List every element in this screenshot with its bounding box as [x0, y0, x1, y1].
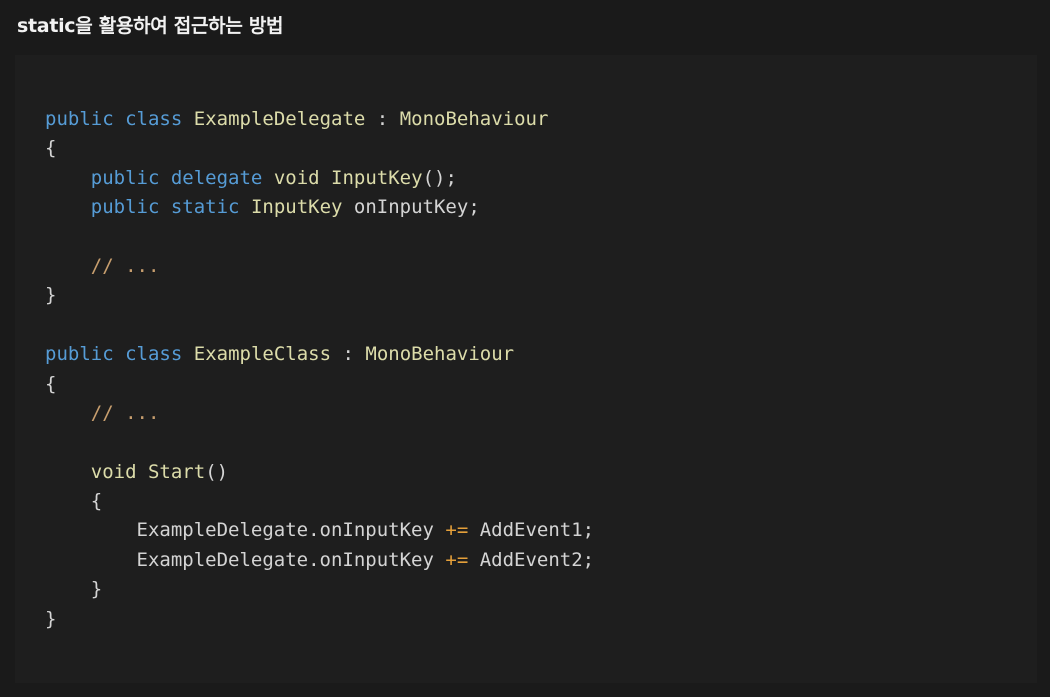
code-token-plain: AddEvent2 — [468, 548, 583, 571]
code-line: { — [45, 134, 594, 163]
code-token-plain: onInputKey — [353, 196, 469, 219]
code-line: public static InputKey onInputKey; — [45, 193, 594, 222]
code-block: public class ExampleDelegate : MonoBehav… — [45, 105, 594, 634]
code-line: { — [45, 370, 594, 399]
code-token-punct: { — [45, 137, 57, 160]
code-token-keyword: delegate — [170, 166, 263, 189]
code-token-type: InputKey — [331, 166, 423, 189]
code-token-type: Start — [147, 460, 206, 483]
code-token-comment: // ... — [90, 254, 160, 277]
code-token-plain: ExampleDelegate.onInputKey — [45, 548, 446, 571]
code-token-keyword: class — [125, 108, 183, 130]
code-token-type: ExampleDelegate — [193, 108, 366, 130]
code-line: } — [45, 605, 594, 634]
code-token-paren: () — [422, 166, 446, 189]
code-line: ExampleDelegate.onInputKey += AddEvent2; — [45, 546, 595, 575]
code-token-punct: : — [342, 343, 354, 366]
code-token-type: MonoBehaviour — [399, 108, 549, 130]
code-token-operator: += — [445, 519, 469, 542]
code-token-keyword: static — [170, 196, 240, 219]
code-token-type: void — [273, 166, 320, 189]
code-line: // ... — [45, 252, 594, 281]
code-token-punct: ; — [582, 548, 595, 571]
code-token-punct: } — [45, 607, 57, 630]
page-title: static을 활용하여 접근하는 방법 — [17, 15, 284, 37]
code-line: { — [45, 487, 594, 516]
code-token-type: InputKey — [250, 196, 343, 219]
code-block-panel: public class ExampleDelegate : MonoBehav… — [15, 55, 1037, 683]
code-token-plain: AddEvent1 — [468, 519, 583, 542]
code-token-punct: } — [90, 578, 103, 601]
code-token-type: void — [90, 460, 137, 483]
code-token-plain: ExampleDelegate.onInputKey — [45, 519, 446, 542]
code-line: public class ExampleClass : MonoBehaviou… — [45, 340, 594, 369]
code-token-paren: () — [205, 460, 229, 483]
code-token-keyword: public — [45, 108, 114, 130]
code-line: ExampleDelegate.onInputKey += AddEvent1; — [45, 516, 595, 545]
code-token-punct: ; — [445, 166, 457, 189]
code-token-keyword: public — [45, 343, 114, 366]
code-line: // ... — [45, 399, 594, 428]
code-token-type: MonoBehaviour — [365, 343, 515, 366]
code-token-keyword: public — [90, 196, 160, 219]
code-token-type: ExampleClass — [193, 343, 332, 366]
code-line: void Start() — [45, 458, 594, 487]
code-token-punct: : — [376, 108, 389, 130]
code-token-punct: } — [45, 284, 57, 307]
code-line: } — [45, 575, 594, 604]
code-token-punct: ; — [468, 196, 480, 219]
code-token-comment: // ... — [90, 401, 160, 424]
code-token-punct: { — [90, 490, 103, 513]
code-token-operator: += — [445, 548, 469, 571]
code-line: public delegate void InputKey(); — [45, 164, 594, 193]
code-token-punct: { — [45, 372, 57, 395]
code-token-punct: ; — [582, 519, 595, 542]
code-token-keyword: public — [90, 166, 160, 189]
code-token-keyword: class — [125, 343, 183, 366]
code-line: } — [45, 281, 594, 310]
code-line: public class ExampleDelegate : MonoBehav… — [45, 105, 594, 134]
